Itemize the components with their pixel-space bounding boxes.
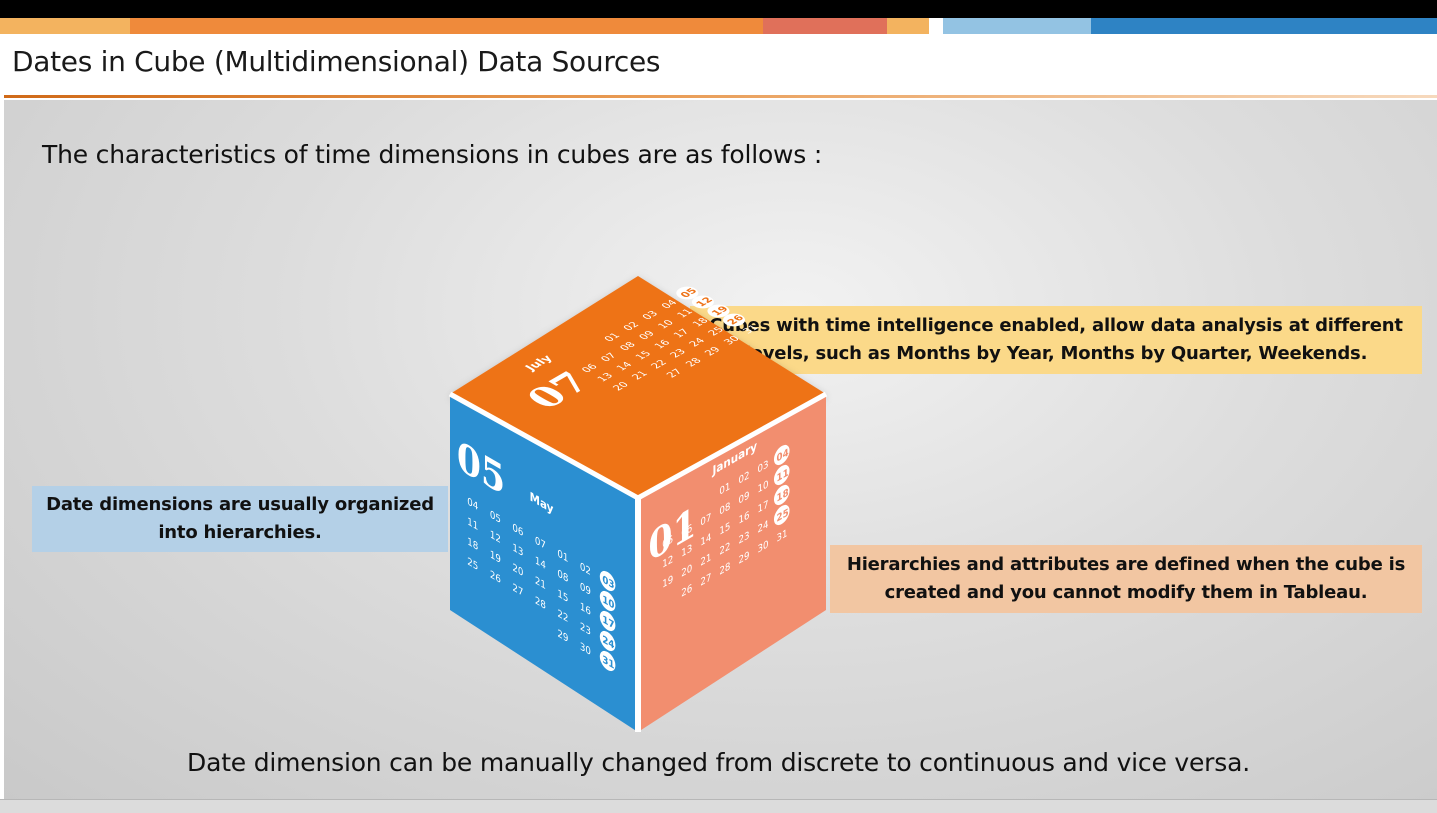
- footer-bar: [0, 800, 1437, 813]
- calendar-cube-illustration: 07July0102030405060708091011121314151617…: [448, 276, 828, 732]
- bottom-statement: Date dimension can be manually changed f…: [187, 748, 1250, 777]
- calendar-day: 31: [741, 324, 762, 336]
